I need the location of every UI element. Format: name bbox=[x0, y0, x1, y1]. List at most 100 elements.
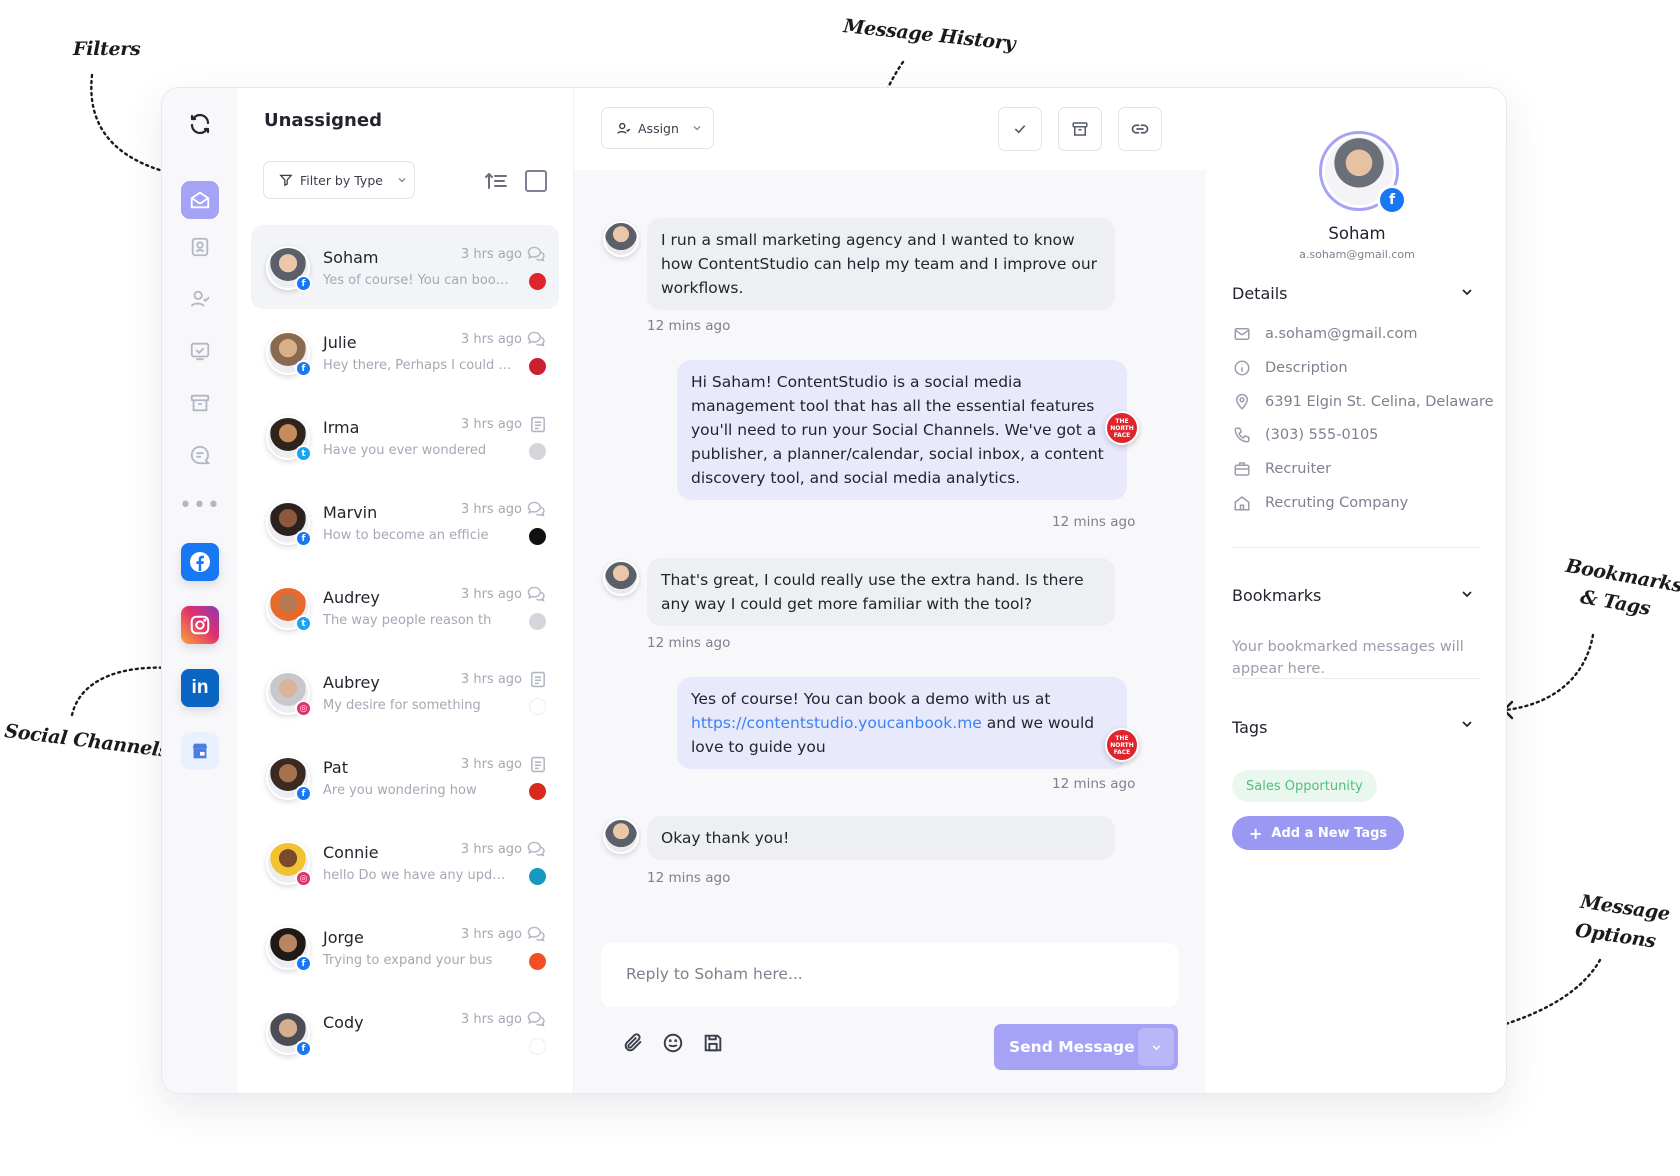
attachment-icon[interactable] bbox=[622, 1032, 644, 1054]
plus-icon: + bbox=[1249, 823, 1263, 843]
chevron-down-icon[interactable] bbox=[1459, 586, 1475, 602]
chat-toolbar: Assign bbox=[574, 88, 1206, 170]
archive-icon[interactable] bbox=[181, 384, 219, 422]
conversation-item[interactable]: f Julie 3 hrs ago Hey there, Perhaps I coul… bbox=[251, 310, 559, 394]
conversation-time: 3 hrs ago bbox=[460, 332, 522, 347]
chevron-down-icon[interactable] bbox=[1459, 716, 1475, 732]
brand-logo-icon bbox=[529, 358, 546, 375]
conversation-name: Cody bbox=[323, 1013, 364, 1032]
conversation-item[interactable]: ◎ Connie 3 hrs ago hello Do we have any upd… bbox=[251, 820, 559, 904]
brand-logo-icon bbox=[529, 528, 546, 545]
assign-label: Assign bbox=[638, 120, 679, 136]
assign-button[interactable]: Assign bbox=[601, 107, 714, 149]
send-message-button[interactable]: Send Message bbox=[994, 1024, 1178, 1070]
conversation-name: Irma bbox=[323, 418, 360, 437]
google-business-channel-icon[interactable] bbox=[181, 732, 219, 770]
conversation-item[interactable]: f Cody 3 hrs ago bbox=[251, 990, 559, 1074]
conversation-item[interactable]: f Pat 3 hrs ago Are you wondering how bbox=[251, 735, 559, 819]
profile-name: Soham bbox=[1328, 224, 1386, 243]
conversation-item[interactable]: ◎ Aubrey 3 hrs ago My desire for something bbox=[251, 650, 559, 734]
mark-done-button[interactable] bbox=[998, 107, 1042, 151]
facebook-channel-icon[interactable] bbox=[181, 543, 219, 581]
sort-icon[interactable] bbox=[484, 170, 508, 196]
tags-section-title[interactable]: Tags bbox=[1232, 718, 1267, 737]
archive-button[interactable] bbox=[1058, 107, 1102, 151]
chevron-down-icon bbox=[1152, 1044, 1160, 1050]
stage: Filters Message History Social Channels … bbox=[0, 0, 1680, 1176]
brand-logo-icon bbox=[529, 443, 546, 460]
conversation-item[interactable]: f Marvin 3 hrs ago How to become an efficie bbox=[251, 480, 559, 564]
chat-icon bbox=[527, 841, 545, 857]
bookmarks-section-title[interactable]: Bookmarks bbox=[1232, 586, 1321, 605]
conversation-time: 3 hrs ago bbox=[460, 927, 522, 942]
chevron-down-icon[interactable] bbox=[1459, 284, 1475, 300]
instagram-badge-icon: ◎ bbox=[295, 870, 312, 887]
facebook-badge-icon: f bbox=[295, 275, 312, 292]
contact-avatar bbox=[603, 560, 639, 596]
reply-input[interactable]: Reply to Soham here... bbox=[601, 943, 1178, 1007]
add-tag-button[interactable]: + Add a New Tags bbox=[1232, 816, 1405, 850]
instagram-badge-icon: ◎ bbox=[295, 700, 312, 717]
conversation-time: 3 hrs ago bbox=[460, 502, 522, 517]
brand-logo-icon bbox=[529, 613, 546, 630]
more-icon[interactable]: ••• bbox=[179, 486, 220, 524]
chat-icon bbox=[527, 926, 545, 942]
facebook-badge-icon: f bbox=[295, 955, 312, 972]
annotation-message-history: Message History bbox=[842, 15, 1017, 55]
info-icon bbox=[1232, 358, 1252, 378]
bookmarks-empty-text: Your bookmarked messages will appear her… bbox=[1232, 639, 1464, 677]
brand-logo-icon bbox=[529, 953, 546, 970]
annotation-social-channels: Social Channels bbox=[3, 719, 171, 763]
user-icon bbox=[617, 122, 631, 134]
conversation-item[interactable]: t Audrey 3 hrs ago The way people reason th bbox=[251, 565, 559, 649]
comments-icon[interactable] bbox=[181, 436, 219, 474]
inbox-app-window: ••• in Unassigned Filter by Type f Soham… bbox=[161, 87, 1507, 1094]
demo-link[interactable]: https://contentstudio.youcanbook.me bbox=[691, 714, 982, 732]
conversation-time: 3 hrs ago bbox=[460, 842, 522, 857]
filter-label: Filter by Type bbox=[300, 172, 383, 188]
conversation-time: 3 hrs ago bbox=[460, 672, 522, 687]
chat-icon bbox=[527, 331, 545, 347]
building-icon bbox=[1232, 493, 1252, 513]
conversation-time: 3 hrs ago bbox=[460, 417, 522, 432]
save-icon[interactable] bbox=[702, 1032, 724, 1054]
refresh-icon[interactable] bbox=[181, 105, 219, 143]
chevron-down-icon bbox=[693, 126, 701, 131]
linkedin-channel-icon[interactable]: in bbox=[181, 669, 219, 707]
emoji-icon[interactable] bbox=[662, 1032, 684, 1054]
conversation-preview: The way people reason th bbox=[323, 613, 492, 628]
chevron-down-icon bbox=[398, 178, 406, 183]
detail-company-value: Recruting Company bbox=[1265, 495, 1409, 511]
done-icon[interactable] bbox=[181, 332, 219, 370]
user-check-icon[interactable] bbox=[181, 280, 219, 318]
conversation-name: Soham bbox=[323, 248, 379, 267]
instagram-channel-icon[interactable] bbox=[181, 606, 219, 644]
inbox-icon[interactable] bbox=[181, 181, 219, 219]
brand-logo-icon bbox=[529, 783, 546, 800]
filter-by-type-button[interactable]: Filter by Type bbox=[263, 161, 415, 199]
tag-chip[interactable]: Sales Opportunity bbox=[1232, 770, 1377, 802]
message-timestamp: 12 mins ago bbox=[1052, 514, 1136, 530]
facebook-badge-icon: f bbox=[295, 360, 312, 377]
facebook-badge-icon: f bbox=[295, 1040, 312, 1057]
detail-email: a.soham@gmail.com bbox=[1232, 324, 1417, 344]
divider bbox=[1232, 547, 1480, 548]
message-timestamp: 12 mins ago bbox=[647, 318, 731, 334]
message-bubble-incoming: I run a small marketing agency and I wan… bbox=[647, 218, 1115, 310]
filter-icon bbox=[279, 174, 293, 187]
conversation-preview: My desire for something bbox=[323, 698, 481, 713]
archive-icon bbox=[1072, 122, 1088, 136]
copy-link-button[interactable] bbox=[1118, 107, 1162, 151]
conversation-preview: Trying to expand your bus bbox=[323, 953, 493, 968]
select-all-checkbox[interactable] bbox=[525, 170, 547, 192]
message-timestamp: 12 mins ago bbox=[647, 635, 731, 651]
conversation-item[interactable]: f Soham 3 hrs ago Yes of course! You can bo… bbox=[251, 225, 559, 309]
details-section-title[interactable]: Details bbox=[1232, 284, 1287, 303]
message-text: Yes of course! You can book a demo with … bbox=[691, 690, 1051, 708]
conversation-time: 3 hrs ago bbox=[460, 587, 522, 602]
send-options-dropdown[interactable] bbox=[1138, 1028, 1174, 1066]
contact-card-icon[interactable] bbox=[181, 228, 219, 266]
conversation-item[interactable]: f Jorge 3 hrs ago Trying to expand your bus bbox=[251, 905, 559, 989]
conversation-item[interactable]: t Irma 3 hrs ago Have you ever wondered bbox=[251, 395, 559, 479]
detail-email-value: a.soham@gmail.com bbox=[1265, 326, 1418, 342]
